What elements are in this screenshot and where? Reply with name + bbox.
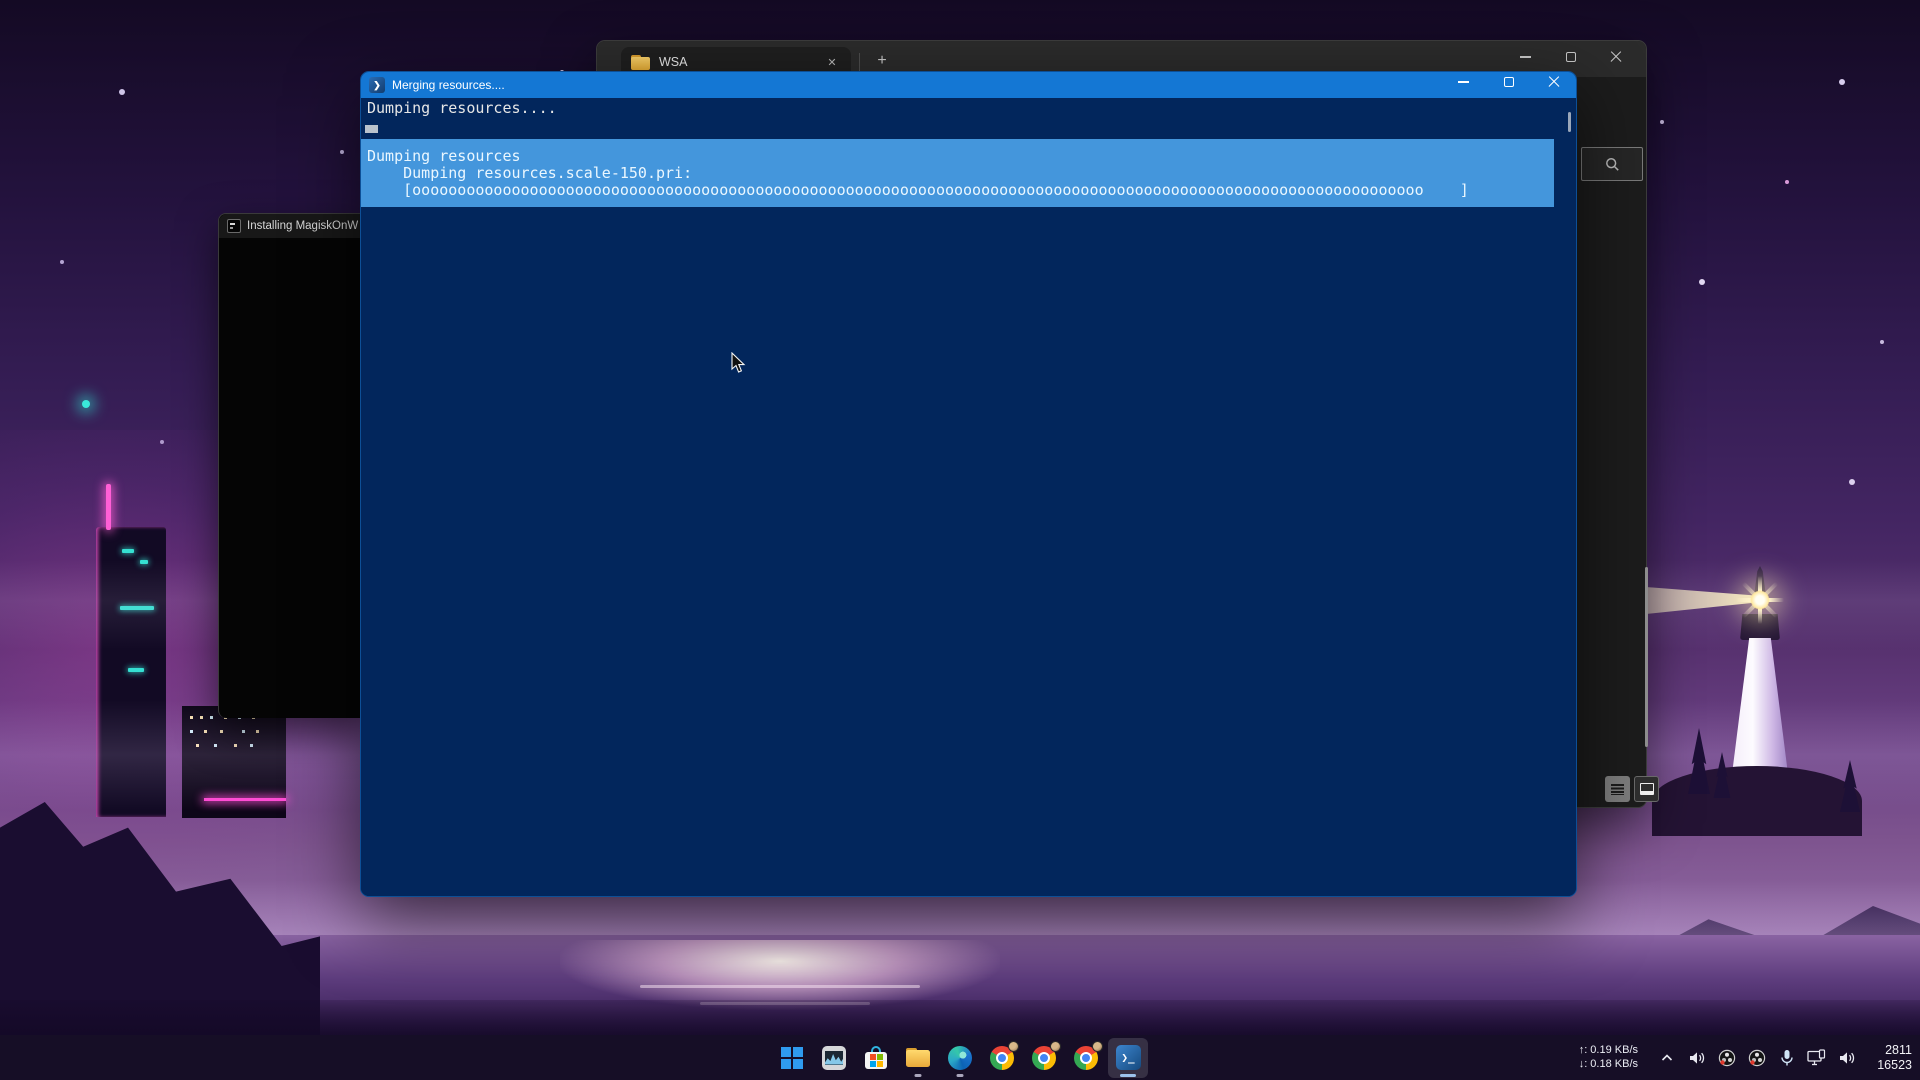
speaker-icon xyxy=(1838,1050,1856,1066)
powershell-window: ❯ Merging resources.... #terminal .g-clo… xyxy=(360,71,1577,897)
speaker-icon xyxy=(1688,1050,1706,1066)
details-view-button[interactable] xyxy=(1605,776,1630,802)
microphone-tray-icon[interactable] xyxy=(1772,1035,1802,1080)
terminal-scrollbar[interactable] xyxy=(1568,112,1571,132)
taskbar-item-edge[interactable] xyxy=(940,1038,980,1078)
tab-separator xyxy=(859,53,860,71)
task-manager-icon xyxy=(822,1046,846,1070)
upload-speed: ↑: 0.19 KB/s xyxy=(1579,1044,1638,1058)
teal-orb xyxy=(82,400,90,408)
water-streak xyxy=(640,985,920,988)
search-icon xyxy=(1605,157,1620,172)
maximize-button[interactable] xyxy=(1486,71,1531,95)
microsoft-store-icon xyxy=(864,1046,888,1070)
file-explorer-icon xyxy=(906,1048,930,1067)
cmd-icon xyxy=(227,219,241,233)
profile-badge xyxy=(1008,1041,1019,1052)
network-speed-monitor[interactable]: ↑: 0.19 KB/s ↓: 0.18 KB/s xyxy=(1579,1044,1638,1071)
stars xyxy=(0,0,4,4)
taskbar-item-powershell[interactable]: ❯_ xyxy=(1108,1038,1148,1078)
lighthouse-hill xyxy=(1652,766,1862,836)
display-phone-icon xyxy=(1807,1049,1827,1067)
taskbar-item-task-manager[interactable] xyxy=(814,1038,854,1078)
explorer-search-box[interactable] xyxy=(1581,147,1643,181)
hidden-icons-chevron[interactable] xyxy=(1652,1035,1682,1080)
details-view-icon xyxy=(1611,784,1624,795)
start-button[interactable] xyxy=(772,1038,812,1078)
taskbar: ❯_ ↑: 0.19 KB/s ↓: 0.18 KB/s xyxy=(0,1035,1920,1080)
chevron-up-icon xyxy=(1659,1050,1675,1066)
view-toggle-group xyxy=(1605,776,1659,802)
obs-tray-icon-1[interactable] xyxy=(1712,1035,1742,1080)
terminal-line-1: Dumping resources.... xyxy=(367,100,1576,117)
neon-window xyxy=(128,668,144,672)
selection-line-1: Dumping resources xyxy=(367,148,1554,165)
maximize-button[interactable] xyxy=(1548,41,1593,73)
installer-titlebar[interactable]: Installing MagiskOnW xyxy=(219,214,365,238)
taskbar-item-file-explorer[interactable] xyxy=(898,1038,938,1078)
selection-line-2: Dumping resources.scale-150.pri: xyxy=(367,165,1554,182)
windows-logo-icon xyxy=(781,1047,803,1069)
running-indicator xyxy=(915,1074,922,1077)
running-indicator xyxy=(1120,1074,1136,1077)
tab-close-icon[interactable]: ✕ xyxy=(823,53,841,71)
thumbnail-view-icon xyxy=(1640,783,1654,795)
selection-line-3: [ooooooooooooooooooooooooooooooooooooooo… xyxy=(367,182,1554,199)
taskbar-item-microsoft-store[interactable] xyxy=(856,1038,896,1078)
obs-tray-icon-2[interactable] xyxy=(1742,1035,1772,1080)
neon-window xyxy=(122,549,134,553)
counter-bottom: 16523 xyxy=(1868,1058,1912,1073)
terminal-title: Merging resources.... xyxy=(392,78,1434,92)
explorer-window-controls xyxy=(1503,41,1638,73)
traffic-counter[interactable]: 2811 16523 xyxy=(1868,1043,1912,1073)
obs-icon xyxy=(1718,1049,1736,1067)
edge-icon xyxy=(948,1046,972,1070)
close-button[interactable]: #terminal .g-close::before,#terminal .g-… xyxy=(1531,71,1576,95)
powershell-icon: ❯_ xyxy=(1116,1045,1141,1070)
installer-title: Installing MagiskOnW xyxy=(247,220,358,232)
display-tray-icon[interactable] xyxy=(1802,1035,1832,1080)
folder-icon xyxy=(631,55,650,70)
terminal-content[interactable]: Dumping resources.... Dumping resources … xyxy=(361,98,1576,897)
terminal-selection: Dumping resources Dumping resources.scal… xyxy=(361,139,1554,207)
profile-badge xyxy=(1050,1041,1061,1052)
terminal-titlebar[interactable]: ❯ Merging resources.... #terminal .g-clo… xyxy=(361,72,1576,98)
terminal-window-controls: #terminal .g-close::before,#terminal .g-… xyxy=(1441,71,1576,101)
minimize-button[interactable] xyxy=(1441,71,1486,95)
mouse-cursor xyxy=(731,352,747,374)
close-button[interactable] xyxy=(1593,41,1638,73)
lighthouse-lamp xyxy=(1742,582,1778,618)
taskbar-item-chrome-2[interactable] xyxy=(1024,1038,1064,1078)
volume-tray-icon[interactable] xyxy=(1682,1035,1712,1080)
taskbar-item-chrome-3[interactable] xyxy=(1066,1038,1106,1078)
installer-window: Installing MagiskOnW xyxy=(218,213,365,718)
profile-badge xyxy=(1092,1041,1103,1052)
new-tab-button[interactable]: + xyxy=(869,49,895,73)
system-tray: ↑: 0.19 KB/s ↓: 0.18 KB/s xyxy=(1579,1035,1920,1080)
explorer-scrollbar[interactable] xyxy=(1645,567,1648,747)
counter-top: 2811 xyxy=(1868,1043,1912,1058)
tab-label: WSA xyxy=(659,55,814,69)
terminal-cursor xyxy=(365,125,378,133)
powershell-icon: ❯ xyxy=(369,77,385,93)
running-indicator xyxy=(957,1074,964,1077)
obs-icon xyxy=(1748,1049,1766,1067)
thumbnail-view-button[interactable] xyxy=(1634,776,1659,802)
taskbar-item-chrome-1[interactable] xyxy=(982,1038,1022,1078)
volume-tray-icon-2[interactable] xyxy=(1832,1035,1862,1080)
microphone-icon xyxy=(1780,1049,1794,1067)
download-speed: ↓: 0.18 KB/s xyxy=(1579,1058,1638,1072)
minimize-button[interactable] xyxy=(1503,41,1548,73)
neon-sign xyxy=(106,484,111,530)
